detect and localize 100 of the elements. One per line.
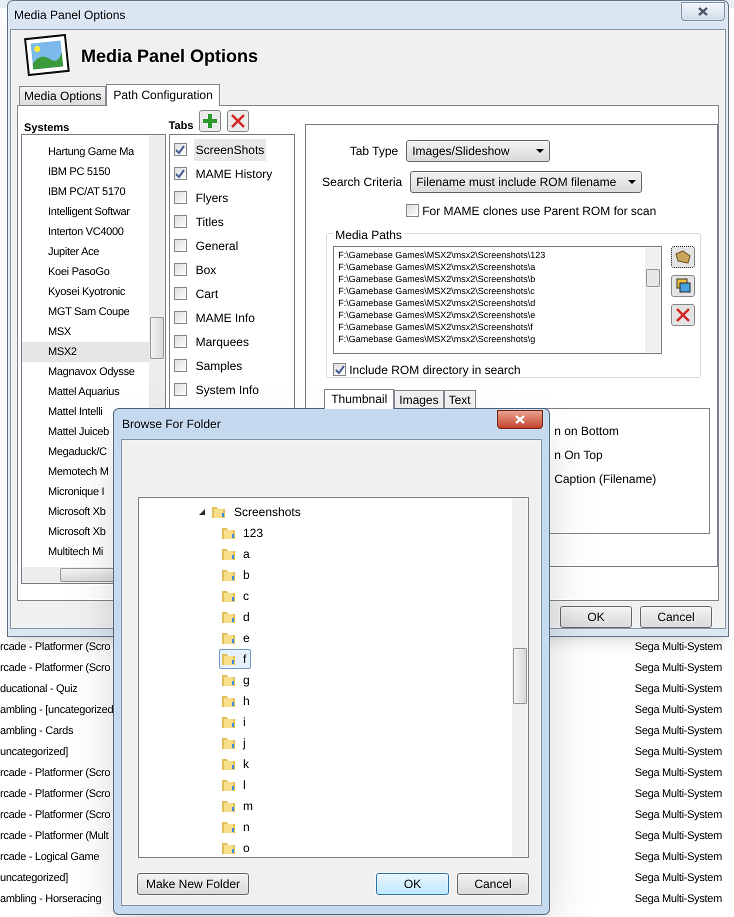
list-item[interactable]: F:\Gamebase Games\MSX2\msx2\Screenshots\b — [338, 272, 536, 285]
delete-button[interactable] — [227, 110, 250, 132]
list-item[interactable]: Marquees — [194, 330, 251, 353]
field-label: Tab Type — [348, 142, 398, 160]
list-item[interactable]: MGT Sam Coupe — [48, 302, 130, 322]
column-label: Systems — [23, 120, 70, 133]
table-cell-text: ambling - Horseracing — [0, 892, 102, 908]
list-item[interactable]: General — [194, 234, 240, 257]
tree-item[interactable]: Screenshots — [234, 502, 301, 520]
list-item[interactable]: F:\Gamebase Games\MSX2\msx2\Screenshots\g — [338, 332, 536, 345]
list-item[interactable]: IBM PC/AT 5170 — [48, 182, 126, 202]
close-button[interactable] — [497, 410, 543, 428]
checkbox[interactable] — [174, 263, 187, 276]
list-item[interactable]: Microsoft Xb — [48, 502, 106, 522]
tree-item[interactable]: c — [219, 586, 254, 606]
list-item[interactable]: F:\Gamebase Games\MSX2\msx2\Screenshots\c — [338, 284, 535, 297]
checkbox[interactable] — [174, 311, 187, 324]
make-folder-button[interactable]: Make New Folder — [137, 873, 250, 895]
list-item[interactable]: Kyosei Kyotronic — [48, 282, 126, 302]
checkbox[interactable] — [174, 359, 187, 372]
tree-item[interactable]: l — [219, 774, 251, 794]
checkbox[interactable] — [333, 363, 346, 376]
list-item[interactable]: F:\Gamebase Games\MSX2\msx2\Screenshots\123 — [338, 248, 546, 261]
tree-item[interactable]: f — [219, 648, 252, 668]
list-item[interactable]: Mattel Juiceb — [48, 422, 109, 442]
checkbox[interactable] — [174, 239, 187, 252]
list-item[interactable]: Microsoft Xb — [48, 522, 106, 542]
tree-item[interactable]: m — [219, 796, 258, 816]
list-item[interactable]: Box — [194, 258, 218, 281]
tree-item[interactable]: b — [219, 564, 255, 584]
dialog-button[interactable]: OK — [560, 606, 632, 628]
tab[interactable]: Text — [444, 390, 476, 408]
checkbox[interactable] — [174, 167, 187, 180]
copy-button[interactable] — [671, 274, 696, 297]
list-item[interactable]: System Info — [194, 378, 261, 401]
add-button[interactable] — [199, 110, 222, 132]
path-list[interactable] — [333, 246, 662, 354]
tab[interactable]: Thumbnail — [324, 388, 394, 409]
scrollbar[interactable] — [513, 648, 527, 704]
tree-item[interactable]: n — [219, 816, 255, 836]
tree-item[interactable]: g — [219, 670, 255, 690]
tree-item[interactable]: d — [219, 606, 255, 626]
list-item[interactable]: MAME Info — [194, 306, 257, 329]
dropdown[interactable]: Images/Slideshow — [406, 140, 550, 162]
list-item[interactable]: F:\Gamebase Games\MSX2\msx2\Screenshots\d — [338, 296, 536, 309]
list-item[interactable]: Cart — [194, 282, 220, 305]
list-item[interactable]: MSX — [48, 322, 71, 342]
list-item[interactable]: Magnavox Odysse — [48, 362, 135, 382]
list-item[interactable]: Flyers — [194, 186, 230, 209]
list-item[interactable]: Hartung Game Ma — [48, 142, 134, 162]
list-item[interactable]: Titles — [194, 210, 226, 233]
list-item[interactable]: Interton VC4000 — [48, 222, 124, 242]
table-cell-text: Sega Multi-System — [634, 892, 722, 908]
tab[interactable]: Images — [394, 390, 444, 408]
list-item[interactable]: MAME History — [194, 162, 274, 185]
list-item[interactable]: Samples — [194, 354, 244, 377]
list-item[interactable]: Mattel Intelli — [48, 402, 102, 422]
checkbox[interactable] — [174, 191, 187, 204]
list-item[interactable]: Memotech M — [48, 462, 109, 482]
tree-item[interactable]: k — [219, 754, 254, 774]
list-item[interactable]: F:\Gamebase Games\MSX2\msx2\Screenshots\a — [338, 260, 536, 273]
list-item[interactable]: MSX2 — [22, 342, 149, 362]
list-item[interactable]: Koei PasoGo — [48, 262, 110, 282]
ok-button[interactable]: OK — [376, 873, 449, 895]
tree-item[interactable]: i — [219, 712, 251, 732]
tree-item[interactable]: h — [219, 690, 255, 710]
list-item[interactable]: F:\Gamebase Games\MSX2\msx2\Screenshots\e — [338, 308, 536, 321]
list-item[interactable]: F:\Gamebase Games\MSX2\msx2\Screenshots\f — [338, 320, 533, 333]
close-button[interactable] — [681, 2, 725, 20]
tab[interactable]: Media Options — [19, 86, 106, 105]
list-item[interactable]: Intelligent Softwar — [48, 202, 130, 222]
list-item[interactable]: IBM PC 5150 — [48, 162, 110, 182]
table-cell-text: rcade - Platformer (Scro — [0, 808, 110, 824]
folder-tree[interactable]: Screenshots 123 a b c d e f g h i j k l m n o — [138, 497, 529, 858]
list-item[interactable]: Micronique I — [48, 482, 104, 502]
dropdown[interactable]: Filename must include ROM filename — [410, 170, 642, 193]
tree-item[interactable]: e — [219, 628, 255, 648]
checkbox[interactable] — [174, 383, 187, 396]
list-item[interactable]: Megaduck/C — [48, 442, 107, 462]
tree-item[interactable]: 123 — [219, 522, 268, 542]
scrollbar[interactable] — [646, 268, 660, 287]
cancel-button[interactable]: Cancel — [457, 873, 529, 895]
tree-item[interactable]: a — [219, 544, 255, 564]
table-cell-text: rcade - Platformer (Scro — [0, 661, 110, 676]
list-item[interactable]: ScreenShots — [194, 138, 266, 161]
check-icon — [334, 364, 345, 375]
delete-button[interactable] — [671, 304, 696, 326]
tree-item[interactable]: j — [219, 732, 251, 752]
checkbox[interactable] — [406, 204, 420, 218]
list-item[interactable]: Multitech Mi — [48, 542, 104, 562]
browse-button[interactable] — [671, 246, 696, 268]
checkbox[interactable] — [174, 215, 187, 228]
checkbox[interactable] — [174, 335, 187, 348]
tab[interactable]: Path Configuration — [106, 84, 220, 106]
checkbox[interactable] — [174, 143, 187, 156]
dialog-button[interactable]: Cancel — [640, 606, 712, 628]
checkbox[interactable] — [174, 287, 187, 300]
list-item[interactable]: Mattel Aquarius — [48, 382, 120, 402]
list-item[interactable]: Jupiter Ace — [48, 242, 100, 262]
tree-item[interactable]: o — [219, 838, 255, 858]
